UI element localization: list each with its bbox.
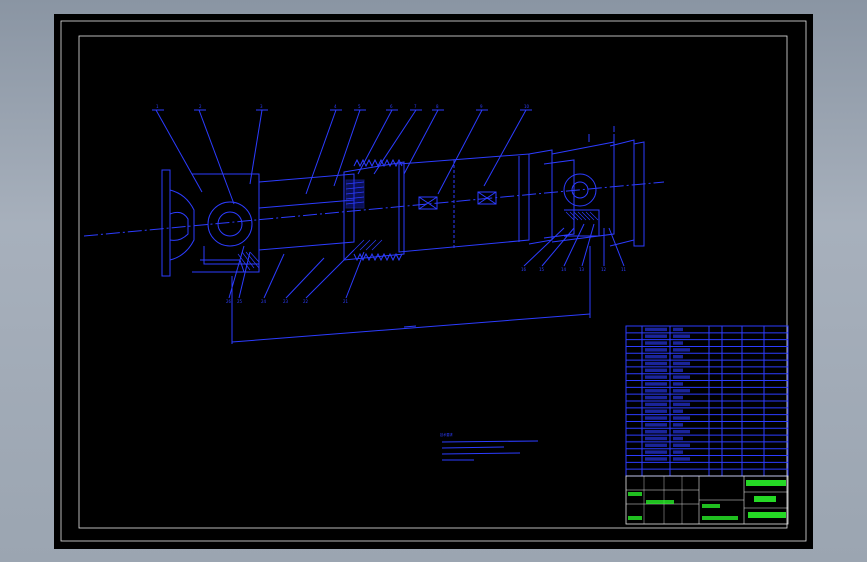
balloon-label: 1 — [156, 104, 159, 109]
parts-row-name — [673, 334, 690, 338]
right-flange-yoke — [528, 126, 645, 247]
balloon-label: 21 — [343, 299, 349, 304]
balloon-label: 15 — [539, 267, 545, 272]
balloons-top: 1 2 3 4 5 6 7 8 9 10 — [156, 104, 530, 109]
balloons-bottom-right: 16 15 14 13 12 11 — [521, 267, 627, 272]
parts-row-code — [645, 341, 667, 345]
parts-row-code — [645, 327, 667, 332]
left-flange-yoke — [161, 169, 260, 277]
parts-row-name — [673, 423, 683, 427]
parts-row-name — [673, 348, 690, 352]
parts-row-name — [673, 409, 683, 413]
title-block — [625, 475, 789, 525]
parts-row-name — [673, 341, 683, 345]
parts-row-code — [645, 348, 667, 352]
balloon-label: 13 — [579, 267, 585, 272]
technical-notes: 技术要求 — [440, 432, 539, 461]
balloon-label: 23 — [283, 299, 289, 304]
bellows-seal — [343, 158, 405, 262]
parts-row-code — [645, 361, 667, 366]
parts-row-name — [673, 354, 683, 359]
balloon-label: 6 — [390, 104, 393, 109]
parts-row-code — [645, 429, 667, 434]
balloon-label: 12 — [601, 267, 607, 272]
parts-row-code — [645, 436, 667, 441]
balloon-label: 7 — [414, 104, 417, 109]
parts-row-name — [673, 416, 690, 420]
parts-row-name — [673, 395, 683, 400]
parts-row-name — [673, 375, 690, 379]
balloon-label: 9 — [480, 104, 483, 109]
balloon-label: 5 — [358, 104, 361, 109]
parts-row-name — [673, 361, 690, 366]
parts-row-code — [645, 382, 667, 386]
parts-row-code — [645, 416, 667, 420]
parts-list — [625, 325, 789, 477]
leaders-top — [152, 109, 532, 205]
parts-row-code — [645, 354, 667, 359]
balloon-label: 16 — [521, 267, 527, 272]
balloon-label: 3 — [260, 104, 263, 109]
parts-row-code — [645, 402, 667, 407]
cad-viewport[interactable]: 1 2 3 4 5 6 7 8 9 10 26 25 24 23 22 21 1… — [54, 14, 813, 549]
balloon-label: 10 — [524, 104, 530, 109]
parts-row-name — [673, 429, 690, 434]
parts-row-code — [645, 443, 667, 448]
balloon-label: 24 — [261, 299, 267, 304]
outer-frame — [60, 20, 807, 542]
parts-row-name — [673, 389, 690, 393]
balloon-label: 8 — [436, 104, 439, 109]
parts-row-code — [645, 375, 667, 379]
parts-row-code — [645, 395, 667, 400]
parts-row-name — [673, 436, 683, 441]
parts-row-name — [673, 443, 690, 448]
parts-row-code — [645, 334, 667, 338]
balloon-label: 2 — [199, 104, 202, 109]
balloon-label: 14 — [561, 267, 567, 272]
balloon-label: 11 — [621, 267, 627, 272]
parts-row-name — [673, 327, 683, 332]
parts-row-name — [673, 402, 690, 407]
parts-row-code — [645, 450, 667, 454]
parts-row-code — [645, 409, 667, 413]
balloon-label: 4 — [334, 104, 337, 109]
parts-row-name — [673, 450, 683, 454]
drawing-canvas: 1 2 3 4 5 6 7 8 9 10 26 25 24 23 22 21 1… — [60, 20, 807, 542]
balloon-label: 26 — [226, 299, 232, 304]
parts-row-name — [673, 368, 683, 373]
overall-dimension — [231, 246, 591, 344]
parts-row-code — [645, 389, 667, 393]
parts-row-code — [645, 368, 667, 373]
balloon-label: 22 — [303, 299, 309, 304]
main-tube — [398, 153, 530, 253]
notes-title: 技术要求 — [440, 432, 454, 437]
balloon-label: 25 — [237, 299, 243, 304]
balloons-bottom-left: 26 25 24 23 22 21 — [226, 299, 349, 304]
parts-row-code — [645, 457, 667, 461]
spline-shaft — [258, 173, 355, 251]
parts-row-code — [645, 423, 667, 427]
parts-row-name — [673, 382, 683, 386]
parts-row-name — [673, 457, 690, 461]
